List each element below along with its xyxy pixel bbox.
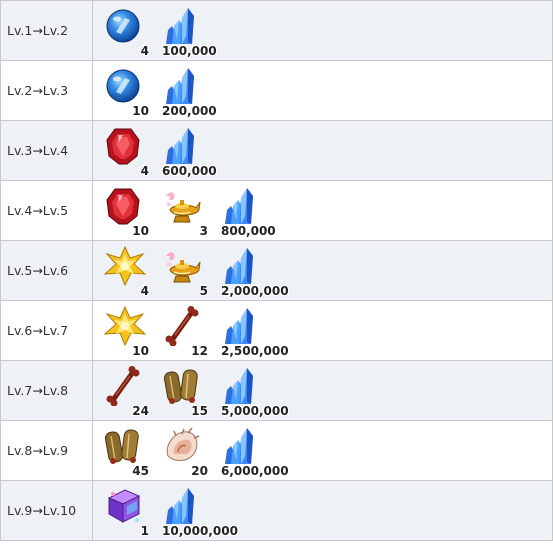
- upgrade-materials-table: Lv.1→Lv.2 4 100,000 Lv.2→Lv.3 10 200,000…: [0, 0, 553, 541]
- material-item: 2,000,000: [219, 244, 289, 298]
- material-quantity: 5: [199, 283, 208, 298]
- material-item: 10,000,000: [160, 484, 238, 538]
- material-item: 100,000: [160, 4, 217, 58]
- table-row: Lv.3→Lv.4 4 600,000: [0, 120, 553, 181]
- material-quantity: 24: [132, 403, 149, 418]
- level-cell: Lv.6→Lv.7: [0, 300, 93, 361]
- material-quantity: 10: [132, 343, 149, 358]
- material-item: 4: [101, 244, 151, 298]
- level-cell: Lv.9→Lv.10: [0, 480, 93, 541]
- material-item: 20: [160, 424, 210, 478]
- material-item: 10: [101, 304, 151, 358]
- material-quantity: 1: [140, 523, 149, 538]
- table-row: Lv.1→Lv.2 4 100,000: [0, 0, 553, 61]
- material-quantity: 3: [199, 223, 208, 238]
- material-item: 4: [101, 124, 151, 178]
- material-quantity: 20: [191, 463, 208, 478]
- level-cell: Lv.7→Lv.8: [0, 360, 93, 421]
- material-quantity: 100,000: [162, 43, 217, 58]
- material-quantity: 2,500,000: [221, 343, 289, 358]
- material-quantity: 15: [191, 403, 208, 418]
- materials-cell: 10 200,000: [92, 60, 553, 121]
- level-cell: Lv.8→Lv.9: [0, 420, 93, 481]
- material-quantity: 200,000: [162, 103, 217, 118]
- material-quantity: 800,000: [221, 223, 276, 238]
- material-item: 4: [101, 4, 151, 58]
- material-quantity: 12: [191, 343, 208, 358]
- material-item: 1: [101, 484, 151, 538]
- material-quantity: 10,000,000: [162, 523, 238, 538]
- level-cell: Lv.3→Lv.4: [0, 120, 93, 181]
- material-item: 15: [160, 364, 210, 418]
- level-cell: Lv.4→Lv.5: [0, 180, 93, 241]
- level-cell: Lv.2→Lv.3: [0, 60, 93, 121]
- material-quantity: 6,000,000: [221, 463, 289, 478]
- material-quantity: 10: [132, 103, 149, 118]
- material-item: 5,000,000: [219, 364, 289, 418]
- materials-cell: 24 15 5,000,000: [92, 360, 553, 421]
- materials-cell: 10 12 2,500,000: [92, 300, 553, 361]
- material-item: 10: [101, 184, 151, 238]
- material-item: 800,000: [219, 184, 276, 238]
- material-item: 24: [101, 364, 151, 418]
- material-quantity: 2,000,000: [221, 283, 289, 298]
- material-quantity: 5,000,000: [221, 403, 289, 418]
- material-item: 5: [160, 244, 210, 298]
- table-row: Lv.7→Lv.8 24 15 5,000,000: [0, 360, 553, 421]
- materials-cell: 4 100,000: [92, 0, 553, 61]
- material-item: 2,500,000: [219, 304, 289, 358]
- material-item: 600,000: [160, 124, 217, 178]
- material-item: 12: [160, 304, 210, 358]
- material-quantity: 10: [132, 223, 149, 238]
- table-row: Lv.9→Lv.10 1 10,000,000: [0, 480, 553, 541]
- table-row: Lv.4→Lv.5 10 3 800,000: [0, 180, 553, 241]
- materials-cell: 4 5 2,000,000: [92, 240, 553, 301]
- material-quantity: 4: [140, 163, 149, 178]
- table-row: Lv.6→Lv.7 10 12 2,500,000: [0, 300, 553, 361]
- material-quantity: 600,000: [162, 163, 217, 178]
- material-item: 6,000,000: [219, 424, 289, 478]
- table-body: Lv.1→Lv.2 4 100,000 Lv.2→Lv.3 10 200,000…: [0, 0, 553, 541]
- material-quantity: 4: [140, 283, 149, 298]
- level-cell: Lv.1→Lv.2: [0, 0, 93, 61]
- material-item: 10: [101, 64, 151, 118]
- material-quantity: 4: [140, 43, 149, 58]
- table-row: Lv.5→Lv.6 4 5 2,000,000: [0, 240, 553, 301]
- materials-cell: 1 10,000,000: [92, 480, 553, 541]
- table-row: Lv.8→Lv.9 45 20 6,000,000: [0, 420, 553, 481]
- material-item: 45: [101, 424, 151, 478]
- level-cell: Lv.5→Lv.6: [0, 240, 93, 301]
- table-row: Lv.2→Lv.3 10 200,000: [0, 60, 553, 121]
- materials-cell: 45 20 6,000,000: [92, 420, 553, 481]
- materials-cell: 10 3 800,000: [92, 180, 553, 241]
- materials-cell: 4 600,000: [92, 120, 553, 181]
- material-quantity: 45: [132, 463, 149, 478]
- material-item: 200,000: [160, 64, 217, 118]
- material-item: 3: [160, 184, 210, 238]
